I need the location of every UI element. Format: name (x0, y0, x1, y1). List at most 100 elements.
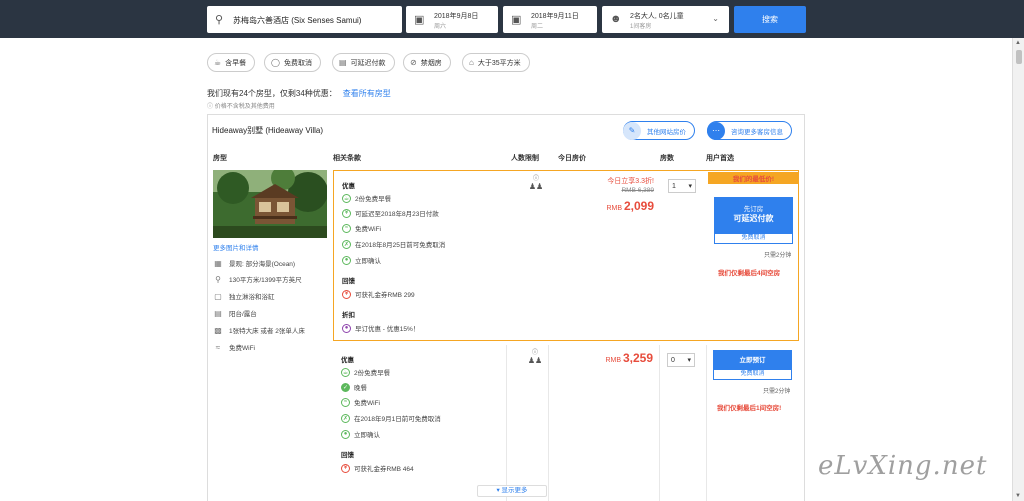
attribute-text: 景观: 部分海景(Ocean) (229, 261, 296, 268)
guests-field[interactable]: ☻ 2名大人, 0名儿童 1间客房 ⌄ (602, 6, 729, 33)
ask-room-info-button[interactable]: ⋯ 咨询更多客房信息 (707, 121, 792, 140)
perk-text: 在2018年8月25日前可免费取消 (355, 242, 446, 249)
room-attribute: ▦ 景观: 部分海景(Ocean) (213, 258, 296, 269)
section-label: 回馈 (341, 452, 354, 459)
room-summary: 我们现有24个房型，仅剩34种优惠： 查看所有房型 (207, 88, 391, 99)
other-sites-price-button[interactable]: ✎ 其他网站房价 (623, 121, 695, 140)
view-icon: ▦ (214, 258, 222, 268)
offer-row-1: 优惠 ☕ 2份免费早餐 ¥ 可延迟至2018年8月23日付款 ≈ 免费WiFi ✗ 在2… (333, 170, 799, 341)
book-pay-later-button[interactable]: 先订房 可延迟付款 (714, 197, 793, 233)
scroll-down-icon[interactable]: ▼ (1015, 493, 1021, 499)
price-note: ⓘ 价格不含税及其他费用 (207, 101, 275, 110)
wifi-icon: ≈ (341, 397, 350, 407)
calendar-icon: ▣ (511, 14, 522, 26)
perk-text: 2份免费早餐 (354, 370, 391, 377)
room-quantity-select[interactable]: 1 ▾ (668, 179, 696, 193)
filter-breakfast[interactable]: ☕ 含早餐 (207, 53, 256, 72)
pill-label: 咨询更多客房信息 (731, 128, 783, 136)
cancel-icon: ✗ (341, 413, 350, 423)
timer-text: 只需2分钟 (763, 389, 791, 395)
perk: ☕ 2份免费早餐 (341, 367, 390, 377)
destination-field[interactable]: ⚲ 苏梅岛六善酒店 (Six Senses Samui) (207, 6, 402, 33)
column-occupancy: 人数限制 (511, 155, 539, 162)
all-rooms-link[interactable]: 查看所有房型 (343, 89, 391, 98)
room-quantity-select[interactable]: 0 ▾ (667, 353, 695, 367)
room-photo[interactable] (213, 170, 327, 238)
room-attribute: ▢ 独立淋浴和浴缸 (213, 291, 274, 302)
discount-icon: ● (342, 323, 351, 333)
promo-text: 今日立享3.3折! (607, 178, 654, 185)
lowest-price-badge: 我们的最低价! (708, 172, 799, 184)
perk-text: 免费WiFi (355, 226, 381, 233)
room-attribute: ≈ 免费WiFi (213, 342, 255, 353)
check-icon: ✓ (341, 382, 350, 392)
attribute-text: 阳台/露台 (229, 311, 257, 318)
house-icon: ⌂ (469, 58, 474, 67)
room-count-text: 我们现有24个房型，仅剩34种优惠： (207, 89, 337, 98)
checkout-field[interactable]: ▣ 2018年9月11日 周二 (503, 6, 597, 33)
bath-icon: ▢ (214, 291, 222, 301)
section-label: 优惠 (341, 357, 354, 364)
attribute-text: 1张特大床 或者 2张单人床 (229, 328, 305, 335)
page-scrollbar[interactable]: ▲ ▼ (1012, 38, 1024, 501)
filter-size[interactable]: ⌂ 大于35平方米 (462, 53, 530, 72)
perk-text: 立即确认 (354, 432, 380, 439)
quantity-value: 1 (672, 182, 676, 190)
column-preferred: 用户首选 (706, 155, 734, 162)
two-adults-icon: ♟♟ (528, 182, 544, 191)
perk: ✗ 在2018年8月25日前可免费取消 (342, 239, 445, 249)
quantity-value: 0 (671, 356, 675, 364)
perk-text: 可延迟至2018年8月23日付款 (355, 211, 439, 218)
cancel-icon: ✗ (342, 239, 351, 249)
scroll-up-icon[interactable]: ▲ (1015, 40, 1021, 46)
filter-free-cancel[interactable]: ◯ 免费取消 (264, 53, 321, 72)
column-divider (548, 345, 549, 501)
dropdown-arrow-icon: ▾ (687, 357, 691, 364)
book-now-button[interactable]: 立即预订 (713, 350, 792, 369)
info-icon: ⓘ (207, 104, 214, 110)
old-price: RMB 6,389 (621, 187, 654, 194)
offer-row-2: 优惠 ☕ 2份免费早餐 ✓ 晚餐 ≈ 免费WiFi ✗ 在2018年9月1日前可免费取消… (333, 345, 799, 501)
search-icon: ⚲ (215, 14, 224, 26)
filter-label: 含早餐 (225, 59, 247, 67)
section-label: 回馈 (342, 278, 355, 285)
pill-label: 其他网站房价 (647, 128, 686, 136)
wifi-icon: ≈ (342, 223, 351, 233)
gift-icon: ¥ (342, 289, 351, 299)
dropdown-arrow-icon: ▾ (688, 183, 692, 190)
destination-value: 苏梅岛六善酒店 (Six Senses Samui) (233, 16, 362, 25)
bed-icon: ▩ (214, 325, 222, 335)
room-attribute: ⚲ 130平方米/1399平方英尺 (213, 274, 302, 285)
scroll-thumb[interactable] (1016, 50, 1022, 64)
column-room-type: 房型 (213, 155, 227, 162)
filter-non-smoking[interactable]: ⊘ 禁烟房 (403, 53, 451, 72)
show-more-button[interactable]: ▾ 显示更多 (477, 485, 547, 497)
perk: ✓ 晚餐 (341, 382, 367, 392)
breakfast-icon: ☕ (342, 193, 351, 203)
currency: RMB (605, 357, 622, 364)
checkout-day: 周二 (531, 24, 544, 30)
gift-icon: ¥ (341, 463, 350, 473)
checkin-day: 周六 (434, 24, 447, 30)
search-button[interactable]: 搜索 (734, 6, 806, 33)
perk-text: 免费WiFi (354, 400, 380, 407)
section-label: 优惠 (342, 183, 355, 190)
user-icon: ☻ (610, 13, 622, 25)
pay-later-icon: ¥ (342, 208, 351, 218)
perk-text: 晚餐 (354, 385, 367, 392)
free-cancel-tag: 免费取消 (713, 369, 792, 380)
perk: ≈ 免费WiFi (341, 397, 380, 407)
filter-label: 禁烟房 (420, 59, 442, 67)
room-title: Hideaway别墅 (Hideaway Villa) (212, 126, 324, 135)
checkin-field[interactable]: ▣ 2018年9月8日 周六 (406, 6, 498, 33)
cup-icon: ☕ (214, 58, 222, 67)
info-icon: ⓘ (532, 176, 539, 182)
room-attribute: ▩ 1张特大床 或者 2张单人床 (213, 325, 305, 336)
book-line1: 先订房 (743, 206, 764, 213)
rooms-left-warning: 我们仅剩最后1间空房! (717, 405, 782, 412)
confirm-icon: ● (341, 429, 350, 439)
column-divider (659, 345, 660, 501)
more-photos-link[interactable]: 更多图片和详情 (213, 242, 259, 252)
card-icon: ▤ (339, 58, 347, 67)
filter-pay-later[interactable]: ▤ 可延迟付款 (332, 53, 395, 72)
